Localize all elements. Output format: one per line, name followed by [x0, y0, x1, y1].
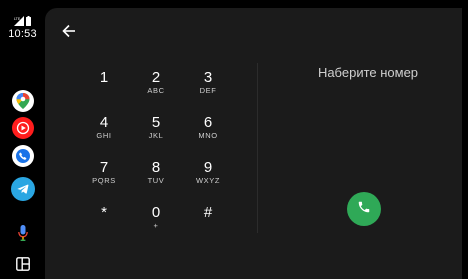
key-digit: 6: [203, 114, 213, 131]
key-letters: DEF: [199, 86, 217, 95]
key-digit: 1: [99, 69, 109, 86]
key-letters: WXYZ: [195, 176, 221, 185]
youtube-music-icon[interactable]: [12, 117, 34, 139]
battery-icon: [26, 16, 31, 26]
key-digit: #: [203, 204, 213, 221]
arrow-back-icon[interactable]: [58, 20, 80, 42]
dial-prompt: Наберите номер: [317, 65, 419, 80]
key-3[interactable]: 3 DEF: [182, 64, 234, 109]
call-button[interactable]: [347, 192, 381, 226]
key-digit: 9: [203, 159, 213, 176]
launcher-grid-icon[interactable]: [14, 255, 32, 273]
status-area: LTE 10:53: [0, 14, 45, 40]
key-1[interactable]: 1: [78, 64, 130, 109]
signal-icon: LTE: [14, 16, 24, 26]
telegram-icon[interactable]: [11, 177, 35, 201]
panel-divider: [257, 63, 258, 233]
key-letters: JKL: [148, 131, 164, 140]
key-letters: TUV: [147, 176, 165, 185]
key-digit: 4: [99, 114, 109, 131]
key-digit: 5: [151, 114, 161, 131]
key-9[interactable]: 9 WXYZ: [182, 154, 234, 199]
dialer-panel: 1 2 ABC 3 DEF 4 GHI 5 JKL 6 MNO 7 PQRS 8…: [45, 8, 462, 279]
key-5[interactable]: 5 JKL: [130, 109, 182, 154]
mic-icon[interactable]: [14, 224, 32, 242]
key-digit: 7: [99, 159, 109, 176]
key-digit: *: [101, 204, 107, 221]
key-star[interactable]: *: [78, 199, 130, 244]
key-hash[interactable]: #: [182, 199, 234, 244]
key-digit: 2: [151, 69, 161, 86]
key-7[interactable]: 7 PQRS: [78, 154, 130, 199]
key-8[interactable]: 8 TUV: [130, 154, 182, 199]
key-letters: ABC: [147, 86, 165, 95]
android-auto-screen: LTE 10:53 1 2 ABC 3 DEF 4 GHI 5 JKL 6 MN…: [0, 0, 468, 279]
network-label: LTE: [14, 17, 21, 21]
key-digit: 3: [203, 69, 213, 86]
key-4[interactable]: 4 GHI: [78, 109, 130, 154]
key-letters: GHI: [96, 131, 112, 140]
key-letters: MNO: [198, 131, 218, 140]
status-icons: LTE: [0, 14, 45, 26]
key-2[interactable]: 2 ABC: [130, 64, 182, 109]
app-rail: LTE 10:53: [0, 0, 45, 279]
phone-app-icon[interactable]: [12, 145, 34, 167]
google-maps-icon[interactable]: [12, 90, 34, 112]
key-digit: 0: [151, 204, 161, 221]
key-letters: +: [153, 221, 159, 230]
key-digit: 8: [151, 159, 161, 176]
call-icon: [357, 200, 371, 219]
key-6[interactable]: 6 MNO: [182, 109, 234, 154]
key-0[interactable]: 0 +: [130, 199, 182, 244]
key-letters: PQRS: [92, 176, 116, 185]
dial-keypad: 1 2 ABC 3 DEF 4 GHI 5 JKL 6 MNO 7 PQRS 8…: [78, 64, 260, 244]
clock: 10:53: [8, 28, 37, 40]
